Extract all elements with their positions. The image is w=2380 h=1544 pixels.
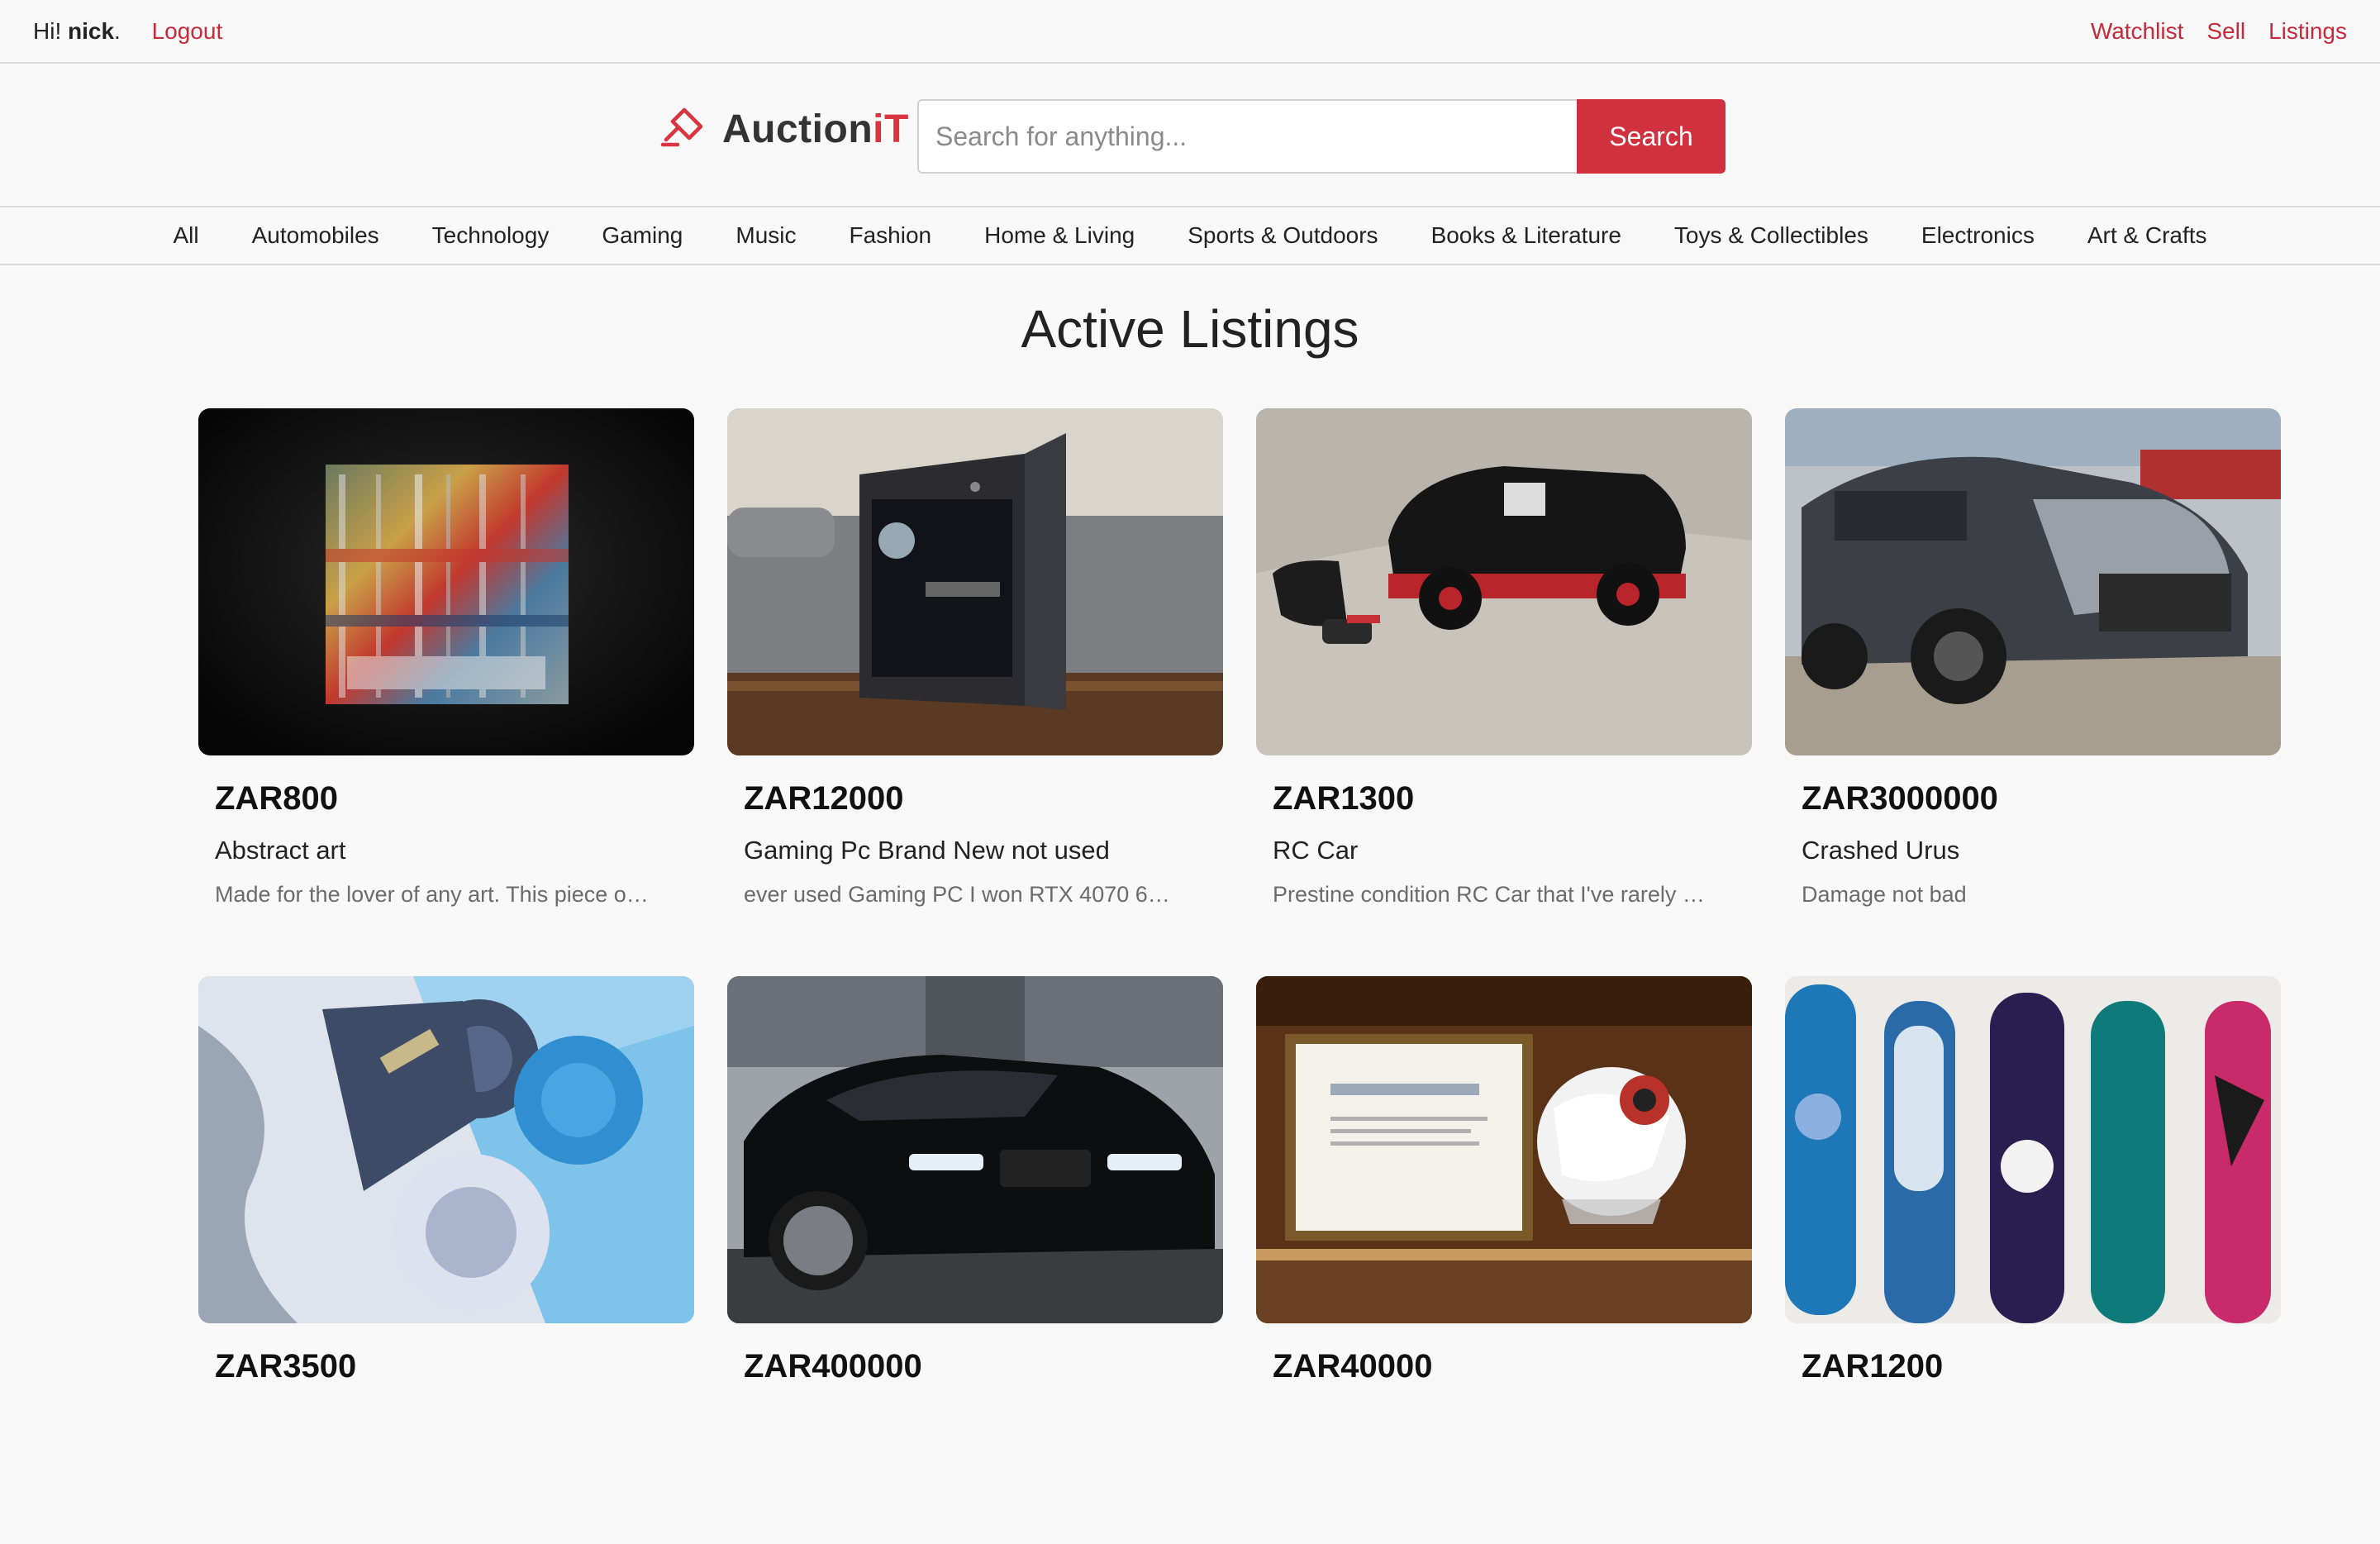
category-all[interactable]: All (173, 222, 198, 249)
category-toys-collectibles[interactable]: Toys & Collectibles (1674, 222, 1868, 249)
greeting-punct: . (114, 17, 121, 44)
listing-image-rc-car[interactable] (1256, 408, 1752, 755)
listing-image-skateboard-decks[interactable] (1785, 976, 2281, 1323)
listing-card[interactable]: ZAR1300 RC Car Prestine condition RC Car… (1256, 408, 1752, 976)
search-form: Search (917, 99, 1726, 174)
listing-image-abstract-painting[interactable] (198, 408, 694, 755)
listing-card[interactable]: ZAR40000 (1256, 976, 1752, 1544)
listing-price: ZAR1200 (1802, 1348, 1944, 1384)
user-greeting-area: Hi! nick. Logout (33, 18, 222, 45)
brand-name-main: Auction (722, 107, 873, 151)
category-nav: All Automobiles Technology Gaming Music … (0, 207, 2380, 265)
listing-title[interactable]: Gaming Pc Brand New not used (744, 836, 1223, 865)
category-music[interactable]: Music (735, 222, 796, 249)
page-title: Active Listings (1021, 299, 1359, 359)
listing-description: Made for the lover of any art. This piec… (215, 882, 649, 907)
category-sports-outdoors[interactable]: Sports & Outdoors (1188, 222, 1378, 249)
category-books-literature[interactable]: Books & Literature (1431, 222, 1621, 249)
category-automobiles[interactable]: Automobiles (252, 222, 379, 249)
listing-card[interactable]: ZAR1200 (1785, 976, 2281, 1544)
listing-image-crashed-car[interactable] (1785, 408, 2281, 755)
listing-image-gaming-pc[interactable] (727, 408, 1223, 755)
brand-logo[interactable]: AuctioniT (659, 103, 909, 155)
listing-price: ZAR12000 (744, 780, 904, 817)
listing-title[interactable]: RC Car (1273, 836, 1752, 865)
listing-description: ever used Gaming PC I won RTX 4070 64gb … (744, 882, 1178, 907)
category-technology[interactable]: Technology (432, 222, 550, 249)
category-gaming[interactable]: Gaming (602, 222, 683, 249)
sell-link[interactable]: Sell (2206, 18, 2245, 45)
listing-card[interactable]: ZAR3000000 Crashed Urus Damage not bad (1785, 408, 2281, 976)
listing-card[interactable]: ZAR400000 (727, 976, 1223, 1544)
search-button[interactable]: Search (1577, 99, 1726, 174)
listings-grid: ZAR800 Abstract art Made for the lover o… (198, 408, 2281, 1544)
category-electronics[interactable]: Electronics (1921, 222, 2035, 249)
listing-card[interactable]: ZAR3500 (198, 976, 694, 1544)
listing-card[interactable]: ZAR800 Abstract art Made for the lover o… (198, 408, 694, 976)
listings-link[interactable]: Listings (2268, 18, 2347, 45)
listing-price: ZAR40000 (1273, 1348, 1433, 1384)
category-home-living[interactable]: Home & Living (984, 222, 1135, 249)
category-art-crafts[interactable]: Art & Crafts (2087, 222, 2207, 249)
brand-name-accent: iT (873, 107, 909, 151)
greeting-text: Hi! (33, 17, 68, 44)
listing-price: ZAR400000 (744, 1348, 922, 1384)
listing-price: ZAR3500 (215, 1348, 357, 1384)
site-header: AuctioniT Search (0, 64, 2380, 207)
listing-card[interactable]: ZAR12000 Gaming Pc Brand New not used ev… (727, 408, 1223, 976)
logout-link[interactable]: Logout (152, 18, 223, 44)
listing-price: ZAR1300 (1273, 780, 1415, 817)
listing-title[interactable]: Crashed Urus (1802, 836, 2281, 865)
listing-image-yoga-mats[interactable] (198, 976, 694, 1323)
username: nick (68, 17, 115, 44)
search-input[interactable] (917, 99, 1577, 174)
brand-name: AuctioniT (722, 107, 909, 152)
top-nav: Watchlist Sell Listings (2068, 18, 2347, 45)
listing-price: ZAR800 (215, 780, 338, 817)
listing-title[interactable]: Abstract art (215, 836, 694, 865)
listing-description: Damage not bad (1802, 882, 1967, 907)
listing-price: ZAR3000000 (1802, 780, 1998, 817)
listing-image-black-bmw[interactable] (727, 976, 1223, 1323)
top-bar: Hi! nick. Logout Watchlist Sell Listings (0, 0, 2380, 64)
category-fashion[interactable]: Fashion (850, 222, 932, 249)
listing-image-certificate-football[interactable] (1256, 976, 1752, 1323)
gavel-icon (659, 103, 707, 155)
listing-description: Prestine condition RC Car that I've rare… (1273, 882, 1706, 907)
watchlist-link[interactable]: Watchlist (2091, 18, 2184, 45)
